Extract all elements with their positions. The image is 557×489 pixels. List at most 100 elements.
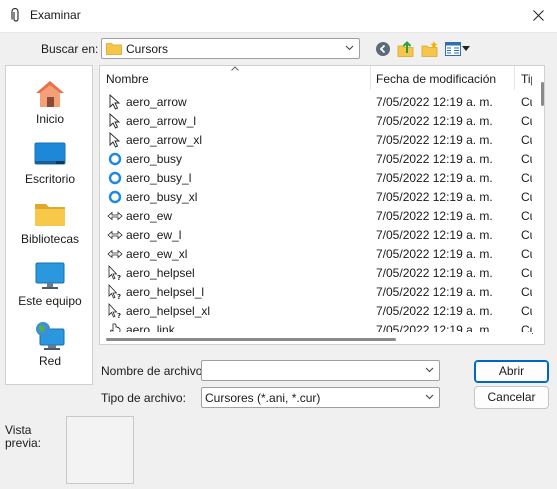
- file-row[interactable]: ?aero_helpsel_xl7/05/2022 12:19 a. m.Cur…: [100, 301, 533, 320]
- view-grid-icon: [444, 42, 461, 56]
- title-bar: Examinar: [0, 0, 557, 32]
- horizontal-scroll-thumb[interactable]: [106, 338, 396, 341]
- place-inicio[interactable]: Inicio: [6, 70, 94, 130]
- place-label: Escritorio: [24, 172, 75, 186]
- file-name: aero_ew_l: [126, 228, 182, 242]
- resize-ew-cursor-icon: [107, 230, 123, 240]
- file-row[interactable]: aero_busy_xl7/05/2022 12:19 a. m.Cursor: [100, 187, 533, 206]
- chevron-down-icon[interactable]: [425, 365, 434, 374]
- file-name: aero_helpsel_l: [126, 285, 205, 299]
- filename-combo[interactable]: [201, 360, 440, 381]
- file-name: aero_ew_xl: [126, 247, 188, 261]
- column-header-name[interactable]: Nombre: [106, 72, 149, 86]
- close-button[interactable]: [520, 0, 557, 30]
- arrow-cursor-icon: [109, 113, 121, 129]
- place-escritorio[interactable]: Escritorio: [6, 130, 94, 190]
- place-red[interactable]: Red: [6, 312, 94, 372]
- svg-text:?: ?: [117, 293, 121, 300]
- filename-label: Nombre de archivo:: [101, 364, 206, 378]
- file-row[interactable]: aero_ew7/05/2022 12:19 a. m.Cursor: [100, 206, 533, 225]
- chevron-down-icon[interactable]: [345, 43, 354, 52]
- caret-down-icon: [461, 46, 470, 51]
- file-row[interactable]: aero_busy_l7/05/2022 12:19 a. m.Cursor: [100, 168, 533, 187]
- file-date: 7/05/2022 12:19 a. m.: [376, 209, 493, 223]
- file-date: 7/05/2022 12:19 a. m.: [376, 152, 493, 166]
- file-row[interactable]: aero_ew_xl7/05/2022 12:19 a. m.Cursor: [100, 244, 533, 263]
- list-header: Nombre Fecha de modificación Tipo: [100, 66, 532, 90]
- file-row[interactable]: ?aero_helpsel7/05/2022 12:19 a. m.Cursor: [100, 263, 533, 282]
- file-date: 7/05/2022 12:19 a. m.: [376, 228, 493, 242]
- file-row[interactable]: ?aero_helpsel_l7/05/2022 12:19 a. m.Curs…: [100, 282, 533, 301]
- place-label: Red: [38, 354, 61, 368]
- file-name: aero_ew: [126, 209, 173, 223]
- column-header-type[interactable]: Tipo: [521, 72, 532, 86]
- vertical-scroll-thumb[interactable]: [541, 82, 544, 106]
- file-list[interactable]: Nombre Fecha de modificación Tipo aero_a…: [99, 65, 545, 345]
- file-date: 7/05/2022 12:19 a. m.: [376, 247, 493, 261]
- open-button[interactable]: Abrir: [474, 360, 549, 383]
- file-row[interactable]: aero_arrow_l7/05/2022 12:19 a. m.Cursor: [100, 111, 533, 130]
- busy-cursor-icon: [108, 152, 122, 166]
- column-divider[interactable]: [370, 66, 371, 90]
- file-name: aero_arrow_l: [126, 114, 197, 128]
- file-row[interactable]: aero_arrow_xl7/05/2022 12:19 a. m.Cursor: [100, 130, 533, 149]
- computer-icon: [35, 262, 65, 289]
- help-cursor-icon: ?: [108, 265, 121, 281]
- file-date: 7/05/2022 12:19 a. m.: [376, 285, 493, 299]
- preview-box: [66, 416, 134, 484]
- close-icon: [533, 9, 544, 21]
- column-divider[interactable]: [514, 66, 515, 90]
- arrow-cursor-icon: [109, 132, 121, 148]
- place-label: Bibliotecas: [20, 232, 80, 246]
- place-este-equipo[interactable]: Este equipo: [6, 252, 94, 312]
- new-folder-button[interactable]: [420, 38, 440, 60]
- back-arrow-icon: [376, 42, 390, 56]
- file-row[interactable]: aero_ew_l7/05/2022 12:19 a. m.Cursor: [100, 225, 533, 244]
- preview-label: Vista previa:: [5, 423, 42, 450]
- folder-icon: [106, 43, 122, 55]
- svg-text:?: ?: [117, 274, 121, 281]
- back-button[interactable]: [374, 38, 392, 60]
- up-folder-button[interactable]: [396, 38, 416, 60]
- file-date: 7/05/2022 12:19 a. m.: [376, 95, 493, 109]
- arrow-cursor-icon: [109, 94, 121, 110]
- up-folder-icon: [397, 41, 414, 57]
- column-header-date[interactable]: Fecha de modificación: [376, 72, 496, 86]
- paperclip-icon: [11, 8, 19, 22]
- new-folder-icon: [421, 41, 438, 57]
- filetype-select[interactable]: Cursores (*.ani, *.cur): [201, 387, 440, 408]
- file-name: aero_arrow_xl: [126, 133, 203, 147]
- sort-ascending-icon: [231, 66, 239, 71]
- help-cursor-icon: ?: [108, 284, 121, 300]
- file-date: 7/05/2022 12:19 a. m.: [376, 133, 493, 147]
- file-name: aero_busy_l: [126, 171, 192, 185]
- lookin-combo[interactable]: Cursors: [101, 38, 360, 59]
- cancel-button[interactable]: Cancelar: [474, 386, 549, 409]
- busy-cursor-icon: [108, 171, 122, 185]
- file-name: aero_helpsel: [126, 266, 195, 280]
- window-title: Examinar: [30, 8, 81, 22]
- filetype-label: Tipo de archivo:: [101, 391, 186, 405]
- svg-text:?: ?: [117, 312, 121, 319]
- file-date: 7/05/2022 12:19 a. m.: [376, 266, 493, 280]
- busy-cursor-icon: [108, 190, 122, 204]
- file-name: aero_busy: [126, 152, 183, 166]
- lookin-value: Cursors: [126, 42, 169, 56]
- file-row[interactable]: aero_arrow7/05/2022 12:19 a. m.Cursor: [100, 92, 533, 111]
- file-date: 7/05/2022 12:19 a. m.: [376, 190, 493, 204]
- filename-input[interactable]: [204, 363, 419, 378]
- file-row[interactable]: aero_busy7/05/2022 12:19 a. m.Cursor: [100, 149, 533, 168]
- file-date: 7/05/2022 12:19 a. m.: [376, 171, 493, 185]
- file-name: aero_busy_xl: [126, 190, 198, 204]
- libraries-icon: [35, 204, 65, 226]
- view-menu-button[interactable]: [444, 38, 470, 60]
- resize-ew-cursor-icon: [107, 211, 123, 221]
- place-bibliotecas[interactable]: Bibliotecas: [6, 190, 94, 250]
- file-name: aero_helpsel_xl: [126, 304, 211, 318]
- filetype-value: Cursores (*.ani, *.cur): [205, 391, 321, 405]
- file-date: 7/05/2022 12:19 a. m.: [376, 114, 493, 128]
- place-label: Este equipo: [18, 294, 82, 308]
- desktop-icon: [34, 142, 66, 165]
- chevron-down-icon[interactable]: [425, 392, 434, 401]
- place-label: Inicio: [35, 112, 64, 126]
